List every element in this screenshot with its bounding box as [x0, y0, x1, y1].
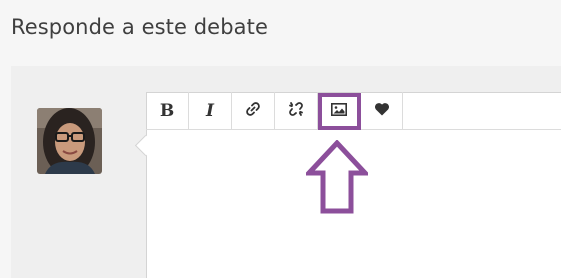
link-icon — [245, 101, 261, 121]
bold-button[interactable]: B — [146, 92, 189, 129]
up-arrow-icon — [303, 139, 371, 218]
unlink-icon — [288, 101, 304, 121]
avatar — [37, 108, 102, 174]
italic-label: I — [206, 100, 214, 121]
heart-icon — [374, 101, 390, 120]
heart-button[interactable] — [361, 92, 403, 129]
page-title: Responde a este debate — [11, 15, 268, 39]
link-button[interactable] — [232, 92, 275, 129]
image-button-highlight — [318, 93, 361, 130]
bold-label: B — [159, 100, 175, 121]
unlink-button[interactable] — [275, 92, 318, 129]
italic-button[interactable]: I — [189, 92, 232, 129]
